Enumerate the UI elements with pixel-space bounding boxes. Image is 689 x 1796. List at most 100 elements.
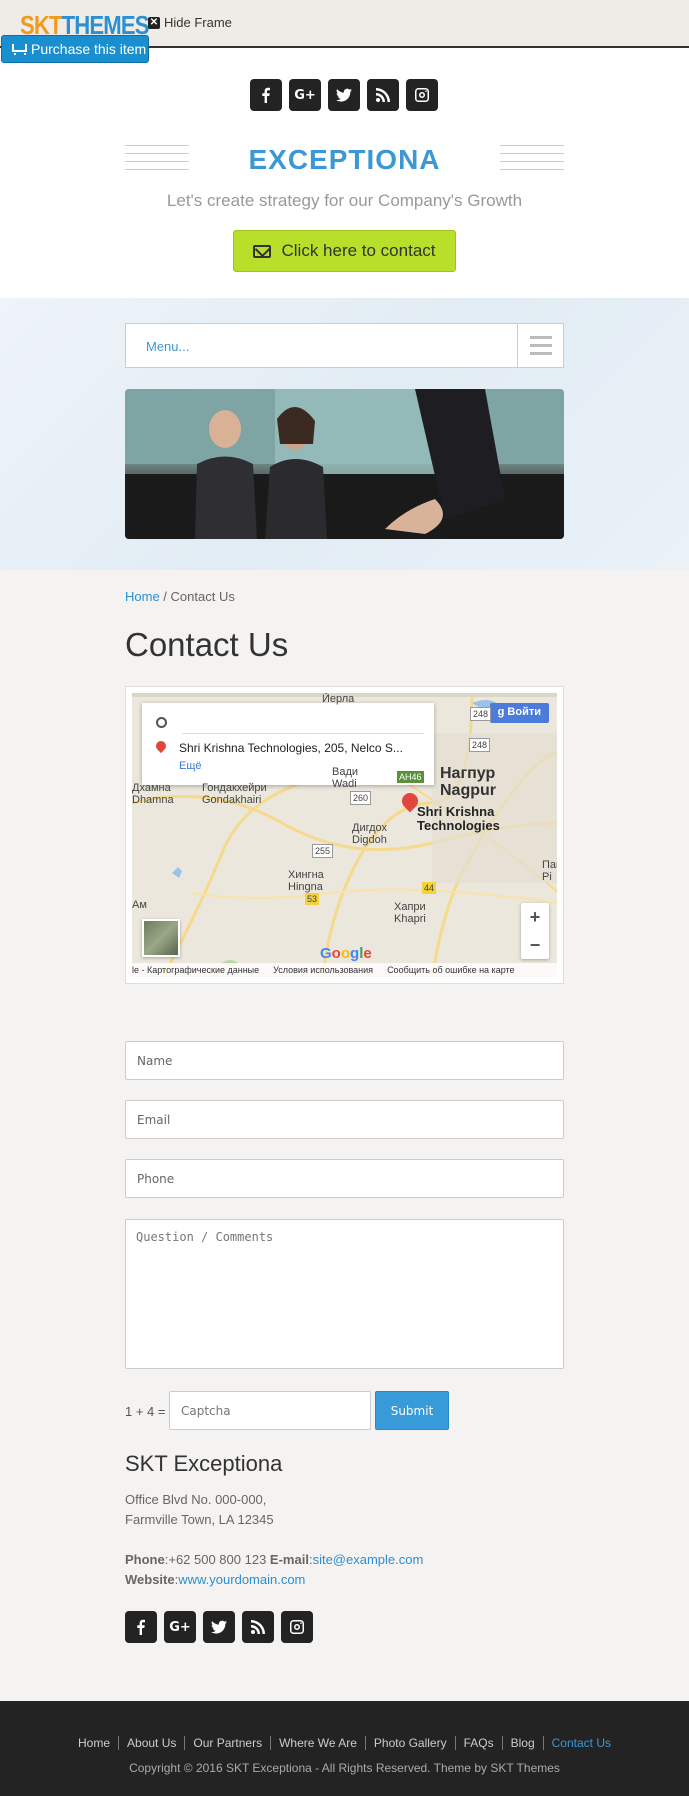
zoom-in-button[interactable]: + [521, 903, 549, 931]
footer-link-about[interactable]: About Us [119, 1736, 186, 1750]
email-link[interactable]: site@example.com [313, 1552, 424, 1567]
map-more-link[interactable]: Ещё [179, 760, 202, 772]
map-road-ah46: AH46 [397, 771, 424, 783]
map-canvas[interactable]: Shri Krishna Technologies, 205, Nelco S.… [132, 693, 557, 977]
map-report-link[interactable]: Сообщить об ошибке на карте [387, 965, 514, 975]
website-line: Website:www.yourdomain.com [125, 1572, 306, 1587]
menu-label[interactable]: Menu... [146, 339, 189, 354]
facebook-icon[interactable] [125, 1611, 157, 1643]
map-road-260: 260 [350, 791, 372, 805]
email-input[interactable] [125, 1100, 564, 1139]
twitter-icon[interactable] [328, 79, 360, 111]
purchase-label: Purchase this item [31, 41, 147, 57]
map-label-digdoh: Дигдох Digdoh [352, 822, 388, 846]
social-links-bottom: G+ [125, 1611, 313, 1643]
phone-input[interactable] [125, 1159, 564, 1198]
google-plus-icon[interactable]: G+ [164, 1611, 196, 1643]
instagram-icon[interactable] [406, 79, 438, 111]
address-line-2: Farmville Town, LA 12345 [125, 1512, 274, 1527]
map-road-248: 248 [470, 707, 492, 721]
hero-image [125, 389, 564, 539]
google-plus-icon[interactable]: G+ [289, 79, 321, 111]
contact-cta-label: Click here to contact [281, 241, 436, 260]
hero-band: Menu... [0, 298, 689, 570]
footer-link-faqs[interactable]: FAQs [455, 1736, 503, 1750]
map-label-am: Ам [132, 899, 147, 911]
map-data-link[interactable]: le - Картографические данные [132, 965, 259, 975]
map-terms-link[interactable]: Условия использования [273, 965, 373, 975]
map-label-khapri: Хапри Khapri [394, 901, 426, 925]
satellite-toggle[interactable] [142, 919, 180, 957]
map-login-button[interactable]: g Войти [489, 703, 549, 723]
map-road-248-b: 248 [469, 738, 491, 752]
captcha-question: 1 + 4 = [125, 1404, 166, 1419]
mobile-menu-bar[interactable]: Menu... [125, 323, 564, 368]
rss-icon[interactable] [242, 1611, 274, 1643]
footer-link-contact[interactable]: Contact Us [544, 1736, 619, 1750]
footer-link-gallery[interactable]: Photo Gallery [365, 1736, 456, 1750]
phone-label: Phone [125, 1552, 165, 1567]
breadcrumb-home-link[interactable]: Home [125, 589, 160, 604]
map-label-yerla: Йерла [322, 693, 355, 705]
website-link[interactable]: www.yourdomain.com [178, 1572, 305, 1587]
map-directions-card[interactable]: Shri Krishna Technologies, 205, Nelco S.… [142, 703, 434, 785]
footer-link-where[interactable]: Where We Are [271, 1736, 366, 1750]
close-icon: ✕ [148, 16, 160, 29]
submit-button[interactable]: Submit [375, 1391, 449, 1430]
map-login-label: Войти [507, 706, 541, 718]
site-footer: Home About Us Our Partners Where We Are Phot… [0, 1701, 689, 1796]
site-header: G+ EXCEPTIONA Let's create strategy for … [0, 48, 689, 298]
company-name: SKT Exceptiona [125, 1451, 283, 1476]
contact-info-line: Phone:+62 500 800 123 E-mail:site@exampl… [125, 1552, 423, 1567]
google-g-icon: g [497, 706, 508, 718]
map-label-gondkhairi: Гондакхейри Gondakhairi [202, 782, 267, 806]
google-logo: Google [320, 945, 372, 962]
map-label-wadi: Вади Wadi [332, 766, 359, 790]
map-label-hingna: Хингна Hingna [288, 869, 324, 893]
page-title: Contact Us [125, 626, 289, 663]
map-place-label[interactable]: Shri Krishna Technologies [417, 805, 500, 833]
footer-nav: Home About Us Our Partners Where We Are Phot… [0, 1736, 689, 1750]
google-map[interactable]: Shri Krishna Technologies, 205, Nelco S.… [125, 686, 564, 984]
hide-frame-label: Hide Frame [164, 15, 232, 30]
breadcrumb: Home / Contact Us [125, 589, 235, 604]
map-label-pai: ПайPi [542, 859, 557, 883]
footer-link-home[interactable]: Home [70, 1736, 120, 1750]
breadcrumb-separator: / [159, 589, 171, 604]
website-label: Website [125, 1572, 175, 1587]
twitter-icon[interactable] [203, 1611, 235, 1643]
map-label-dhamna: Дхамна Dhamna [132, 782, 174, 806]
name-input[interactable] [125, 1041, 564, 1080]
map-road-255: 255 [312, 844, 334, 858]
map-attribution: le - Картографические данные Условия исп… [132, 963, 557, 977]
map-address: Shri Krishna Technologies, 205, Nelco S.… [179, 741, 403, 755]
footer-link-blog[interactable]: Blog [502, 1736, 544, 1750]
social-links-top: G+ [250, 79, 438, 111]
facebook-icon[interactable] [250, 79, 282, 111]
copyright: Copyright © 2016 SKT Exceptiona - All Ri… [129, 1761, 560, 1775]
contact-cta-button[interactable]: Click here to contact [233, 230, 456, 272]
envelope-icon [253, 244, 272, 258]
hide-frame-button[interactable]: ✕ Hide Frame [148, 15, 232, 30]
map-city-nagpur: Нагпур Nagpur [440, 765, 496, 799]
phone-value: :+62 500 800 123 [164, 1552, 270, 1567]
zoom-out-button[interactable]: − [521, 931, 549, 959]
site-tagline: Let's create strategy for our Company's … [166, 191, 523, 210]
location-pin-icon [153, 738, 169, 754]
rss-icon[interactable] [367, 79, 399, 111]
origin-circle-icon [156, 717, 167, 728]
instagram-icon[interactable] [281, 1611, 313, 1643]
map-road-53: 53 [305, 893, 320, 905]
hamburger-icon[interactable] [517, 324, 563, 367]
comments-textarea[interactable] [125, 1219, 564, 1369]
map-road-44: 44 [422, 882, 437, 894]
map-zoom-control: + − [521, 903, 549, 959]
email-label: E-mail [269, 1552, 309, 1567]
breadcrumb-current: Contact Us [170, 589, 235, 604]
site-title[interactable]: EXCEPTIONA [0, 144, 689, 176]
address-line-1: Office Blvd No. 000-000, [125, 1492, 267, 1507]
captcha-input[interactable] [169, 1391, 371, 1430]
footer-link-partners[interactable]: Our Partners [185, 1736, 272, 1750]
cart-icon [11, 43, 27, 55]
purchase-button[interactable]: Purchase this item [1, 35, 149, 63]
